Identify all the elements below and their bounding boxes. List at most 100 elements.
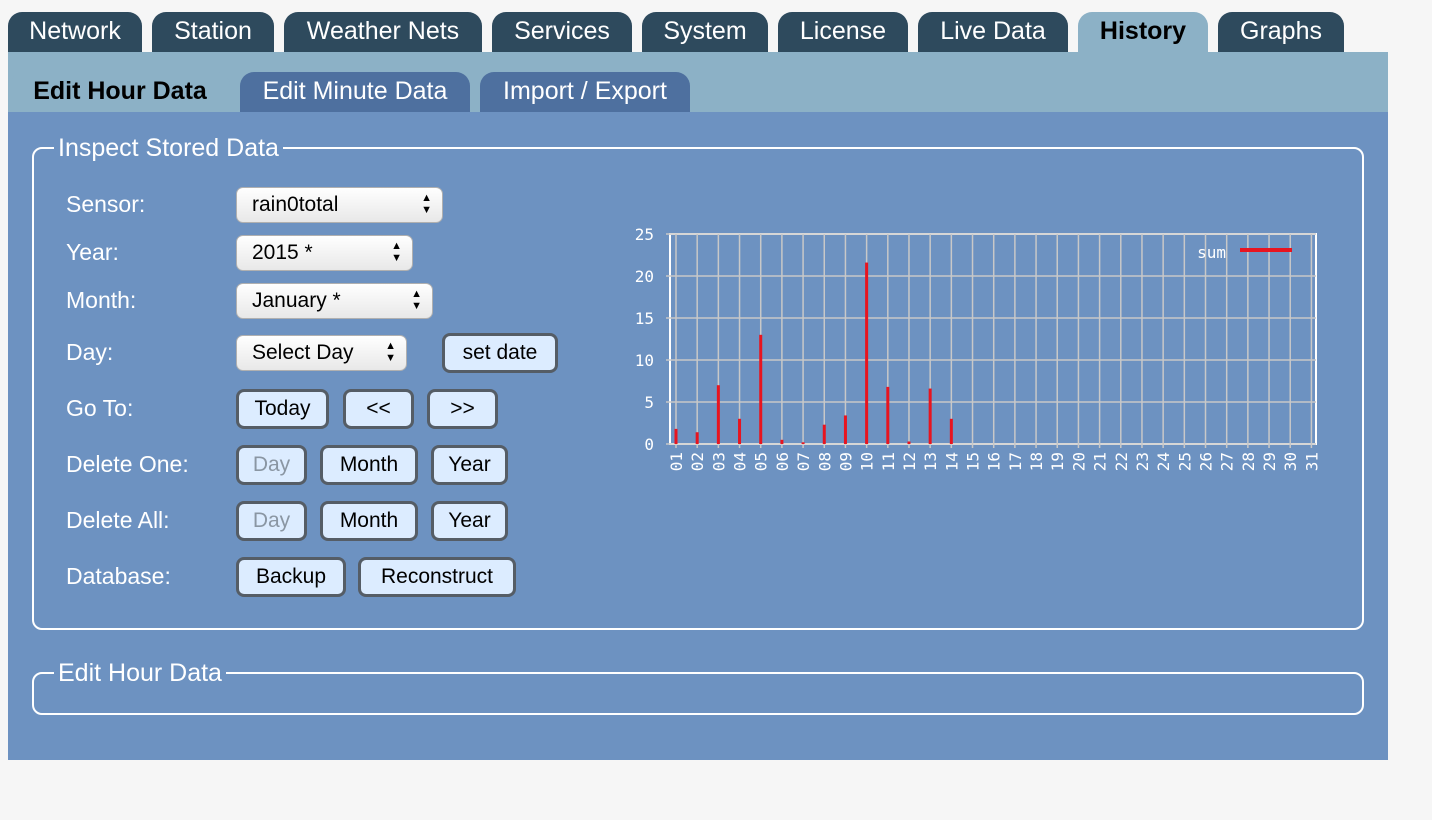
x-tick-label: 12 — [900, 452, 919, 471]
day-select[interactable]: Select Day ▲ ▼ — [236, 335, 407, 371]
tab-system[interactable]: System — [642, 12, 768, 52]
month-select[interactable]: January * ▲ ▼ — [236, 283, 433, 319]
bar — [738, 418, 742, 444]
bar — [843, 415, 847, 444]
database-label: Database: — [66, 563, 171, 589]
tab-license[interactable]: License — [778, 12, 908, 52]
section-legend: Inspect Stored Data — [54, 133, 283, 163]
year-select[interactable]: 2015 * ▲ ▼ — [236, 235, 413, 271]
x-tick-label: 10 — [858, 452, 877, 471]
x-tick-label: 09 — [836, 452, 855, 471]
x-tick-label: 14 — [942, 452, 961, 471]
x-tick-label: 01 — [667, 452, 686, 471]
y-tick-label: 15 — [635, 309, 654, 328]
x-tick-label: 20 — [1069, 452, 1088, 471]
tab-live-data[interactable]: Live Data — [918, 12, 1068, 52]
bar — [865, 262, 869, 444]
set-date-button[interactable]: set date — [442, 333, 558, 373]
year-label: Year: — [66, 239, 119, 265]
day-label: Day: — [66, 339, 114, 365]
delete-all-year-button[interactable]: Year — [431, 501, 508, 541]
bar — [822, 424, 826, 444]
x-tick-label: 23 — [1133, 452, 1152, 471]
bar — [674, 428, 678, 444]
x-tick-label: 06 — [773, 452, 792, 471]
x-tick-label: 18 — [1027, 452, 1046, 471]
x-tick-label: 13 — [921, 452, 940, 471]
x-tick-label: 04 — [731, 452, 750, 471]
tab-edit-minute-data[interactable]: Edit Minute Data — [240, 72, 470, 112]
bar — [928, 388, 932, 444]
x-tick-label: 08 — [815, 452, 834, 471]
backup-button[interactable]: Backup — [236, 557, 346, 597]
bar — [886, 386, 890, 444]
history-panel: Edit Hour Data Edit Minute Data Import /… — [8, 52, 1388, 760]
bar — [907, 441, 911, 444]
tab-graphs[interactable]: Graphs — [1218, 12, 1344, 52]
x-tick-label: 26 — [1197, 452, 1216, 471]
month-label: Month: — [66, 287, 137, 313]
x-tick-label: 27 — [1218, 452, 1237, 471]
delete-one-day-button[interactable]: Day — [236, 445, 307, 485]
day-value: Select Day — [252, 341, 354, 364]
x-tick-label: 15 — [964, 452, 983, 471]
goto-label: Go To: — [66, 395, 134, 421]
x-tick-label: 03 — [709, 452, 728, 471]
x-tick-label: 21 — [1091, 452, 1110, 471]
reconstruct-button[interactable]: Reconstruct — [358, 557, 516, 597]
x-tick-label: 19 — [1048, 452, 1067, 471]
bar — [949, 418, 953, 444]
x-tick-label: 22 — [1112, 452, 1131, 471]
x-tick-label: 05 — [752, 452, 771, 471]
y-tick-label: 20 — [635, 267, 654, 286]
today-button[interactable]: Today — [236, 389, 329, 429]
sensor-select[interactable]: rain0total ▲ ▼ — [236, 187, 443, 223]
delete-all-label: Delete All: — [66, 507, 170, 533]
delete-one-year-button[interactable]: Year — [431, 445, 508, 485]
bar — [759, 334, 763, 444]
tab-import-export[interactable]: Import / Export — [480, 72, 690, 112]
tab-network[interactable]: Network — [8, 12, 142, 52]
x-tick-label: 25 — [1175, 452, 1194, 471]
select-arrows-icon: ▲ ▼ — [411, 288, 422, 312]
next-button[interactable]: >> — [427, 389, 498, 429]
delete-all-month-button[interactable]: Month — [320, 501, 418, 541]
rain-chart: 051015202501 02 03 04 05 06 07 08 09 10 11 12 13 14 15… — [635, 225, 1322, 471]
bar — [716, 385, 720, 444]
y-tick-label: 25 — [635, 225, 654, 244]
tab-edit-hour-data[interactable]: Edit Hour Data — [10, 72, 230, 112]
delete-all-day-button[interactable]: Day — [236, 501, 307, 541]
tab-station[interactable]: Station — [152, 12, 274, 52]
sub-tab-bar: Edit Hour Data Edit Minute Data Import /… — [8, 52, 1388, 112]
delete-one-month-button[interactable]: Month — [320, 445, 418, 485]
sensor-value: rain0total — [252, 193, 339, 216]
bar — [801, 442, 805, 444]
x-tick-label: 29 — [1260, 452, 1279, 471]
x-tick-label: 31 — [1302, 452, 1321, 471]
x-tick-label: 16 — [985, 452, 1004, 471]
section-legend: Edit Hour Data — [54, 658, 226, 688]
x-tick-label: 17 — [1006, 452, 1025, 471]
tab-services[interactable]: Services — [492, 12, 632, 52]
tab-weather-nets[interactable]: Weather Nets — [284, 12, 482, 52]
sensor-label: Sensor: — [66, 191, 146, 217]
year-value: 2015 * — [252, 241, 313, 264]
x-tick-label: 11 — [879, 452, 898, 471]
x-tick-label: 07 — [794, 452, 813, 471]
select-arrows-icon: ▲ ▼ — [391, 240, 402, 264]
inspect-stored-data-section: Inspect Stored Data Sensor: rain0total ▲ ▼… — [32, 133, 1364, 630]
month-value: January * — [252, 289, 341, 312]
y-tick-label: 10 — [635, 351, 654, 370]
edit-hour-data-section: Edit Hour Data — [32, 658, 1364, 715]
x-tick-label: 02 — [688, 452, 707, 471]
delete-one-label: Delete One: — [66, 451, 189, 477]
x-tick-label: 30 — [1281, 452, 1300, 471]
y-tick-label: 0 — [644, 435, 654, 454]
x-tick-label: 24 — [1154, 452, 1173, 471]
tab-history[interactable]: History — [1078, 12, 1208, 52]
previous-button[interactable]: << — [343, 389, 414, 429]
select-arrows-icon: ▲ ▼ — [421, 192, 432, 216]
select-arrows-icon: ▲ ▼ — [385, 340, 396, 364]
bar — [780, 439, 784, 444]
bar — [695, 432, 699, 444]
